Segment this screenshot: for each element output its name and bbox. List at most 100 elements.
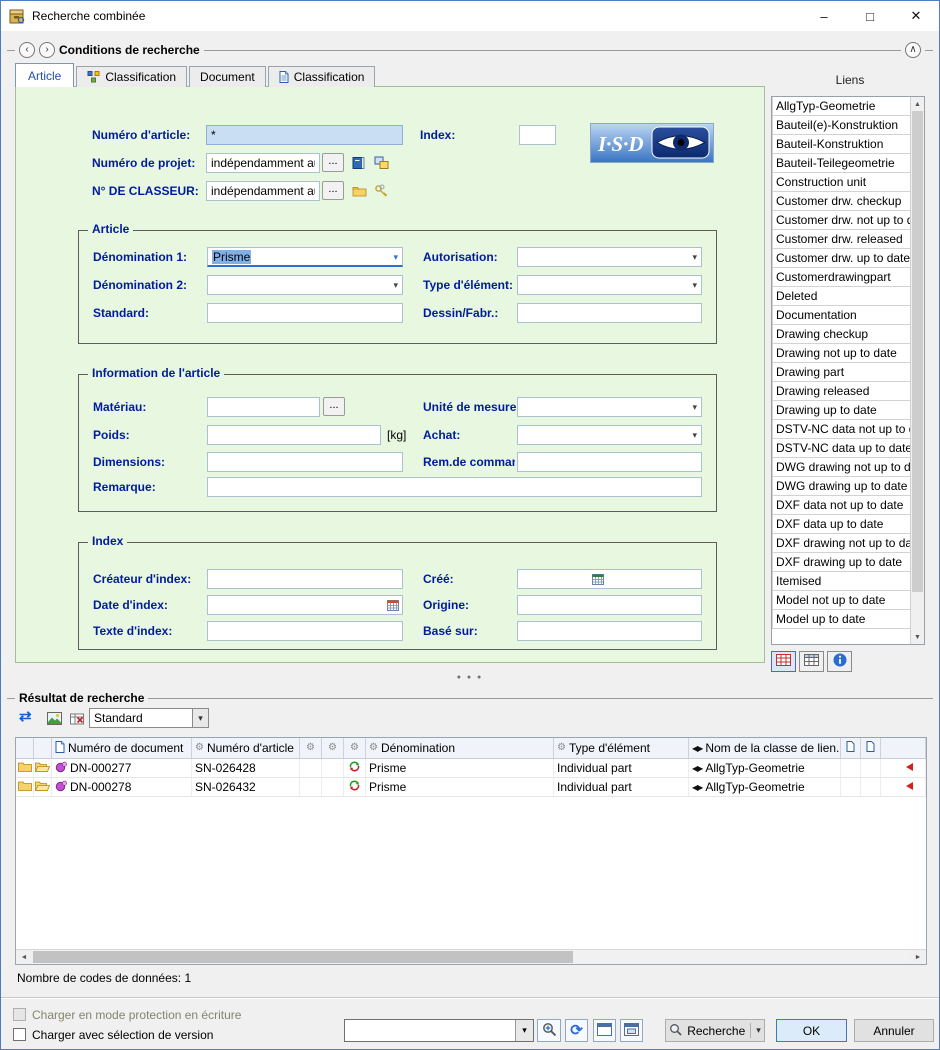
tab-document[interactable]: Document (189, 66, 266, 87)
open-result-window-button[interactable] (620, 1019, 643, 1042)
scroll-up-icon[interactable]: ▲ (911, 97, 924, 111)
transfer-button[interactable]: ⇄ (19, 709, 32, 725)
origine-input[interactable] (517, 595, 702, 615)
base-sur-input[interactable] (517, 621, 702, 641)
type-element-combo[interactable]: ▾ (517, 275, 702, 295)
quick-search-button[interactable] (537, 1019, 561, 1042)
project-browse-button[interactable]: ... (322, 153, 344, 172)
liens-item[interactable]: Drawing not up to date (772, 343, 910, 363)
liens-item[interactable]: DXF data not up to date (772, 495, 910, 515)
dessin-input[interactable] (517, 303, 702, 323)
cree-input[interactable] (517, 569, 702, 589)
table-row[interactable]: DN-000277 SN-026428 Prisme Individual pa… (16, 759, 926, 778)
cancel-button[interactable]: Annuler (854, 1019, 934, 1042)
col-attr-3[interactable]: ⚙ (344, 738, 366, 758)
tab-classification-document[interactable]: Classification (268, 66, 376, 87)
liens-item[interactable]: Bauteil(e)-Konstruktion (772, 115, 910, 135)
col-doc-flag-1[interactable] (841, 738, 861, 758)
col-doc-number[interactable]: Numéro de document (52, 738, 192, 758)
list-view-button[interactable] (799, 651, 824, 672)
detail-view-button[interactable] (771, 651, 796, 672)
classeur-browse-button[interactable]: ... (322, 181, 344, 200)
result-profile-combo[interactable]: Standard ▾ (89, 708, 209, 728)
col-row-icon-1[interactable] (16, 738, 34, 758)
calendar-icon[interactable] (387, 599, 399, 611)
liens-item[interactable]: Deleted (772, 286, 910, 306)
dimensions-input[interactable] (207, 452, 403, 472)
info-button[interactable] (827, 651, 852, 672)
col-type-element[interactable]: ⚙ Type d'élément (554, 738, 689, 758)
liens-item[interactable]: Drawing released (772, 381, 910, 401)
col-article-number[interactable]: ⚙ Numéro d'article (192, 738, 300, 758)
scrollbar-thumb[interactable] (912, 111, 923, 592)
splitter-handle[interactable]: ● ● ● (1, 673, 939, 683)
preview-button[interactable] (47, 712, 62, 728)
liens-item[interactable]: Model not up to date (772, 590, 910, 610)
createur-index-input[interactable] (207, 569, 403, 589)
liens-item[interactable]: Customer drw. up to date (772, 248, 910, 268)
scroll-left-icon[interactable]: ◄ (16, 950, 32, 964)
article-number-input[interactable] (206, 125, 403, 145)
liens-item[interactable]: Construction unit (772, 172, 910, 192)
liens-item[interactable]: AllgTyp-Geometrie (772, 97, 910, 116)
rem-commande-input[interactable] (517, 452, 702, 472)
next-tab-button[interactable]: › (39, 42, 55, 58)
maximize-button[interactable]: □ (847, 1, 893, 31)
liens-item[interactable]: DXF data up to date (772, 514, 910, 534)
standard-input[interactable] (207, 303, 403, 323)
project-workspace-icon[interactable] (374, 153, 389, 173)
liens-item[interactable]: Drawing checkup (772, 324, 910, 344)
col-attr-2[interactable]: ⚙ (322, 738, 344, 758)
liens-item[interactable]: Bauteil-Konstruktion (772, 134, 910, 154)
autorisation-combo[interactable]: ▾ (517, 247, 702, 267)
liens-item[interactable]: DXF drawing not up to date (772, 533, 910, 553)
col-denomination[interactable]: ⚙ Dénomination (366, 738, 554, 758)
recherche-button[interactable]: Recherche ▾ (665, 1019, 765, 1042)
poids-input[interactable] (207, 425, 381, 445)
chevron-down-icon[interactable]: ▾ (192, 709, 208, 727)
classeur-input[interactable] (206, 181, 320, 201)
date-index-input[interactable] (207, 595, 403, 615)
table-row[interactable]: DN-000278 SN-026432 Prisme Individual pa… (16, 778, 926, 797)
minimize-button[interactable]: – (801, 1, 847, 31)
liens-item[interactable]: Documentation (772, 305, 910, 325)
unite-mesure-combo[interactable]: ▾ (517, 397, 702, 417)
tab-classification-article[interactable]: Classification (76, 66, 187, 87)
version-combo[interactable]: ▾ (344, 1019, 534, 1042)
chevron-down-icon[interactable]: ▾ (515, 1020, 533, 1041)
calendar-icon[interactable] (592, 573, 604, 585)
ok-button[interactable]: OK (776, 1019, 847, 1042)
liens-item[interactable]: Drawing part (772, 362, 910, 382)
liens-scrollbar[interactable]: ▲ ▼ (910, 97, 924, 644)
results-hscrollbar[interactable]: ◄ ► (16, 949, 926, 964)
col-status[interactable] (881, 738, 926, 758)
liens-item[interactable]: DWG drawing not up to date (772, 457, 910, 477)
materiau-input[interactable] (207, 397, 320, 417)
refresh-button[interactable]: ⟳ (565, 1019, 588, 1042)
index-input[interactable] (519, 125, 556, 145)
col-attr-1[interactable]: ⚙ (300, 738, 322, 758)
tab-article[interactable]: Article (15, 63, 74, 87)
project-book-icon[interactable] (352, 153, 365, 173)
denomination2-combo[interactable]: ▾ (207, 275, 403, 295)
texte-index-input[interactable] (207, 621, 403, 641)
remarque-input[interactable] (207, 477, 702, 497)
clear-results-button[interactable] (70, 712, 84, 728)
scroll-right-icon[interactable]: ► (910, 950, 926, 964)
keys-icon[interactable] (374, 181, 389, 201)
liens-item[interactable]: Customerdrawingpart (772, 267, 910, 287)
project-number-input[interactable] (206, 153, 320, 173)
liens-item[interactable]: DXF drawing up to date (772, 552, 910, 572)
liens-item[interactable]: Bauteil-Teilegeometrie (772, 153, 910, 173)
materiau-browse-button[interactable]: ... (323, 397, 345, 416)
liens-item[interactable]: Customer drw. checkup (772, 191, 910, 211)
col-doc-flag-2[interactable] (861, 738, 881, 758)
liens-item[interactable]: DWG drawing up to date (772, 476, 910, 496)
achat-combo[interactable]: ▾ (517, 425, 702, 445)
scrollbar-thumb[interactable] (33, 951, 573, 963)
denomination1-combo[interactable]: Prisme ▾ (207, 247, 403, 267)
prev-tab-button[interactable]: ‹ (19, 42, 35, 58)
chevron-down-icon[interactable]: ▾ (756, 1025, 761, 1036)
liens-item[interactable]: Itemised (772, 571, 910, 591)
col-classe-lien[interactable]: ◀▶ Nom de la classe de lien. (689, 738, 841, 758)
